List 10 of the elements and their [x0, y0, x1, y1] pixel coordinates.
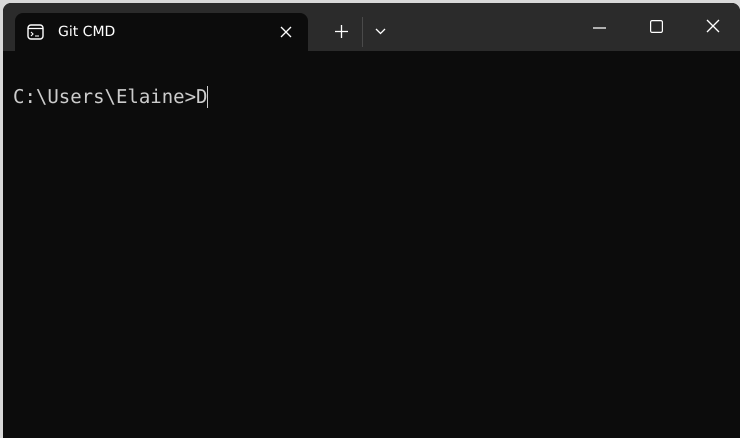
- terminal-icon: [27, 24, 44, 40]
- chevron-down-icon[interactable]: [375, 28, 386, 35]
- new-tab-icon[interactable]: [335, 25, 348, 38]
- tab[interactable]: Git CMD: [15, 13, 308, 51]
- close-icon[interactable]: [706, 19, 720, 33]
- close-tab-icon[interactable]: [280, 26, 292, 38]
- maximize-icon[interactable]: [650, 20, 663, 33]
- command-prompt: C:\Users\Elaine>D: [13, 86, 208, 108]
- minimize-icon[interactable]: [593, 27, 606, 29]
- text-cursor: [207, 86, 208, 108]
